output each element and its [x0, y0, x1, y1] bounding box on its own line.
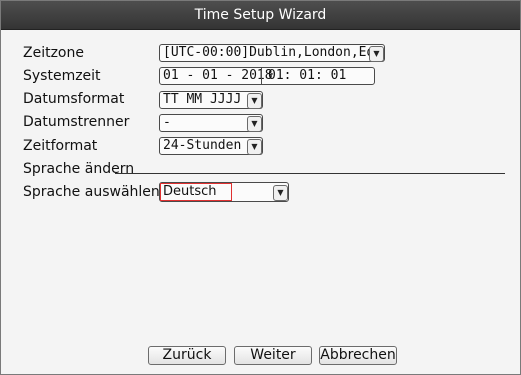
language-select[interactable]: Deutsch ▼: [159, 182, 289, 202]
back-button[interactable]: Zurück: [148, 346, 226, 365]
date-format-label: Datumsformat: [23, 91, 125, 107]
focus-highlight: [160, 183, 232, 201]
system-time-value[interactable]: 01: 01: 01: [268, 68, 346, 84]
system-date-value[interactable]: 01 - 01 - 2018: [163, 68, 273, 84]
timezone-label: Zeitzone: [23, 45, 84, 61]
chevron-down-icon[interactable]: ▼: [369, 46, 384, 62]
cancel-button[interactable]: Abbrechen: [319, 346, 397, 365]
date-separator-label: Datumstrenner: [23, 114, 130, 130]
language-label: Sprache auswählen: [23, 184, 160, 200]
title-bar: Time Setup Wizard: [1, 1, 520, 30]
date-format-value: TT MM JJJJ: [163, 92, 242, 107]
time-format-label: Zeitformat: [23, 138, 98, 154]
date-separator-value: -: [163, 115, 171, 130]
system-time-field[interactable]: 01 - 01 - 2018 01: 01: 01: [159, 67, 375, 85]
timezone-value: [UTC-00:00]Dublin,London,Edi: [163, 45, 383, 60]
timezone-select[interactable]: [UTC-00:00]Dublin,London,Edi ▼: [159, 44, 385, 62]
chevron-down-icon[interactable]: ▼: [247, 93, 262, 109]
language-section-label: Sprache ändern: [23, 161, 135, 177]
next-button[interactable]: Weiter: [234, 346, 312, 365]
date-separator-select[interactable]: - ▼: [159, 114, 263, 132]
chevron-down-icon[interactable]: ▼: [247, 139, 262, 155]
date-time-separator: [261, 68, 262, 84]
date-format-select[interactable]: TT MM JJJJ ▼: [159, 91, 263, 109]
window-title: Time Setup Wizard: [194, 7, 327, 23]
chevron-down-icon[interactable]: ▼: [273, 185, 288, 201]
time-format-value: 24-Stunden: [163, 138, 242, 153]
time-format-select[interactable]: 24-Stunden ▼: [159, 137, 263, 155]
system-time-label: Systemzeit: [23, 68, 101, 84]
section-divider: [115, 173, 505, 174]
time-setup-wizard-window: Time Setup Wizard Zeitzone [UTC-00:00]Du…: [0, 0, 521, 375]
chevron-down-icon[interactable]: ▼: [247, 116, 262, 132]
